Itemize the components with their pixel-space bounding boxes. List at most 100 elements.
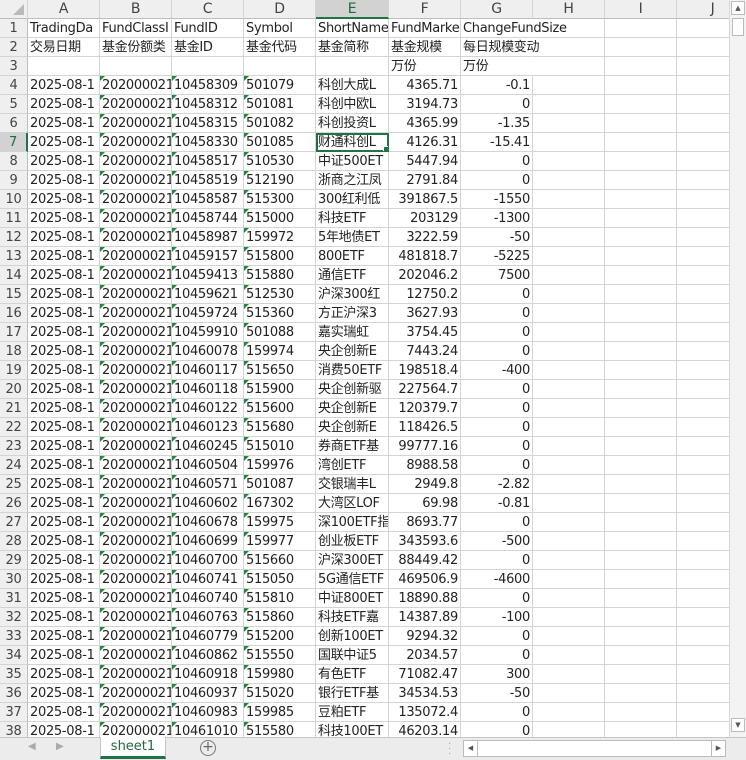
cell-i20[interactable]	[605, 380, 677, 399]
cell-c15[interactable]: 10459621	[172, 285, 244, 304]
column-header-g[interactable]: G	[461, 0, 533, 19]
cell-h12[interactable]	[533, 228, 605, 247]
cell-d15[interactable]: 512530	[244, 285, 316, 304]
cell-e2[interactable]: 基金简称	[316, 38, 389, 57]
cell-c3[interactable]	[172, 57, 244, 76]
cell-e30[interactable]: 5G通信ETF	[316, 570, 389, 589]
cell-i10[interactable]	[605, 190, 677, 209]
cell-a14[interactable]: 2025-08-1	[28, 266, 100, 285]
cell-a3[interactable]	[28, 57, 100, 76]
cell-a38[interactable]: 2025-08-1	[28, 722, 100, 737]
cell-h9[interactable]	[533, 171, 605, 190]
cell-a29[interactable]: 2025-08-1	[28, 551, 100, 570]
cell-c18[interactable]: 10460078	[172, 342, 244, 361]
cell-c1[interactable]: FundID	[172, 19, 244, 38]
cell-c13[interactable]: 10459157	[172, 247, 244, 266]
cell-d26[interactable]: 167302	[244, 494, 316, 513]
cell-a23[interactable]: 2025-08-1	[28, 437, 100, 456]
cell-c8[interactable]: 10458517	[172, 152, 244, 171]
cell-d23[interactable]: 515010	[244, 437, 316, 456]
cell-h35[interactable]	[533, 665, 605, 684]
cell-a10[interactable]: 2025-08-1	[28, 190, 100, 209]
cell-b31[interactable]: 202000021	[100, 589, 172, 608]
cell-d3[interactable]	[244, 57, 316, 76]
prev-sheet-icon[interactable]: ◀	[28, 741, 36, 752]
cell-h36[interactable]	[533, 684, 605, 703]
cell-e19[interactable]: 消费50ETF	[316, 361, 389, 380]
cell-g29[interactable]: 0	[461, 551, 533, 570]
cell-a37[interactable]: 2025-08-1	[28, 703, 100, 722]
row-header[interactable]: 37	[0, 703, 28, 722]
cell-d22[interactable]: 515680	[244, 418, 316, 437]
cell-e38[interactable]: 科技100ET	[316, 722, 389, 737]
scroll-thumb[interactable]	[732, 18, 744, 36]
row-header[interactable]: 17	[0, 323, 28, 342]
cell-c30[interactable]: 10460741	[172, 570, 244, 589]
cell-e37[interactable]: 豆粕ETF	[316, 703, 389, 722]
cell-g2[interactable]: 每日规模变动	[461, 38, 540, 57]
cell-h19[interactable]	[533, 361, 605, 380]
cell-d25[interactable]: 501087	[244, 475, 316, 494]
cell-e26[interactable]: 大湾区LOF	[316, 494, 389, 513]
cell-j28[interactable]	[677, 532, 729, 551]
cell-e8[interactable]: 中证500ET	[316, 152, 389, 171]
cell-i23[interactable]	[605, 437, 677, 456]
row-header[interactable]: 19	[0, 361, 28, 380]
cell-a4[interactable]: 2025-08-1	[28, 76, 100, 95]
cell-h27[interactable]	[533, 513, 605, 532]
cell-h28[interactable]	[533, 532, 605, 551]
cell-b6[interactable]: 202000021	[100, 114, 172, 133]
cell-b36[interactable]: 202000021	[100, 684, 172, 703]
cell-c6[interactable]: 10458315	[172, 114, 244, 133]
cell-h18[interactable]	[533, 342, 605, 361]
cell-b38[interactable]: 202000021	[100, 722, 172, 737]
cell-g3[interactable]: 万份	[461, 57, 533, 76]
cell-e16[interactable]: 方正沪深3	[316, 304, 389, 323]
row-header[interactable]: 24	[0, 456, 28, 475]
cell-f2[interactable]: 基金规模	[389, 38, 461, 57]
cell-i6[interactable]	[605, 114, 677, 133]
cell-h8[interactable]	[533, 152, 605, 171]
cell-h4[interactable]	[533, 76, 605, 95]
row-header[interactable]: 28	[0, 532, 28, 551]
cell-d32[interactable]: 515860	[244, 608, 316, 627]
cell-c5[interactable]: 10458312	[172, 95, 244, 114]
cell-b20[interactable]: 202000021	[100, 380, 172, 399]
cell-f5[interactable]: 3194.73	[389, 95, 461, 114]
cell-d21[interactable]: 515600	[244, 399, 316, 418]
cell-d28[interactable]: 159977	[244, 532, 316, 551]
cell-g35[interactable]: 300	[461, 665, 533, 684]
cell-c37[interactable]: 10460983	[172, 703, 244, 722]
cell-f27[interactable]: 8693.77	[389, 513, 461, 532]
row-header[interactable]: 2	[0, 38, 28, 57]
cell-d1[interactable]: Symbol	[244, 19, 316, 38]
cell-d20[interactable]: 515900	[244, 380, 316, 399]
cell-e18[interactable]: 央企创新E	[316, 342, 389, 361]
cell-c33[interactable]: 10460779	[172, 627, 244, 646]
row-header[interactable]: 10	[0, 190, 28, 209]
cell-b17[interactable]: 202000021	[100, 323, 172, 342]
cell-h17[interactable]	[533, 323, 605, 342]
cell-i19[interactable]	[605, 361, 677, 380]
cell-e33[interactable]: 创新100ET	[316, 627, 389, 646]
column-header-c[interactable]: C	[172, 0, 244, 19]
cell-f24[interactable]: 8988.58	[389, 456, 461, 475]
cell-d18[interactable]: 159974	[244, 342, 316, 361]
cell-j29[interactable]	[677, 551, 729, 570]
cell-h15[interactable]	[533, 285, 605, 304]
cell-f22[interactable]: 118426.5	[389, 418, 461, 437]
cell-f7[interactable]: 4126.31	[389, 133, 461, 152]
cell-h32[interactable]	[533, 608, 605, 627]
cell-i29[interactable]	[605, 551, 677, 570]
cell-h37[interactable]	[533, 703, 605, 722]
cell-b10[interactable]: 202000021	[100, 190, 172, 209]
cell-j11[interactable]	[677, 209, 729, 228]
cell-b22[interactable]: 202000021	[100, 418, 172, 437]
cell-c9[interactable]: 10458519	[172, 171, 244, 190]
cell-j36[interactable]	[677, 684, 729, 703]
cell-c25[interactable]: 10460571	[172, 475, 244, 494]
cell-f38[interactable]: 46203.14	[389, 722, 461, 737]
cell-c34[interactable]: 10460862	[172, 646, 244, 665]
cell-d9[interactable]: 512190	[244, 171, 316, 190]
cell-h22[interactable]	[533, 418, 605, 437]
